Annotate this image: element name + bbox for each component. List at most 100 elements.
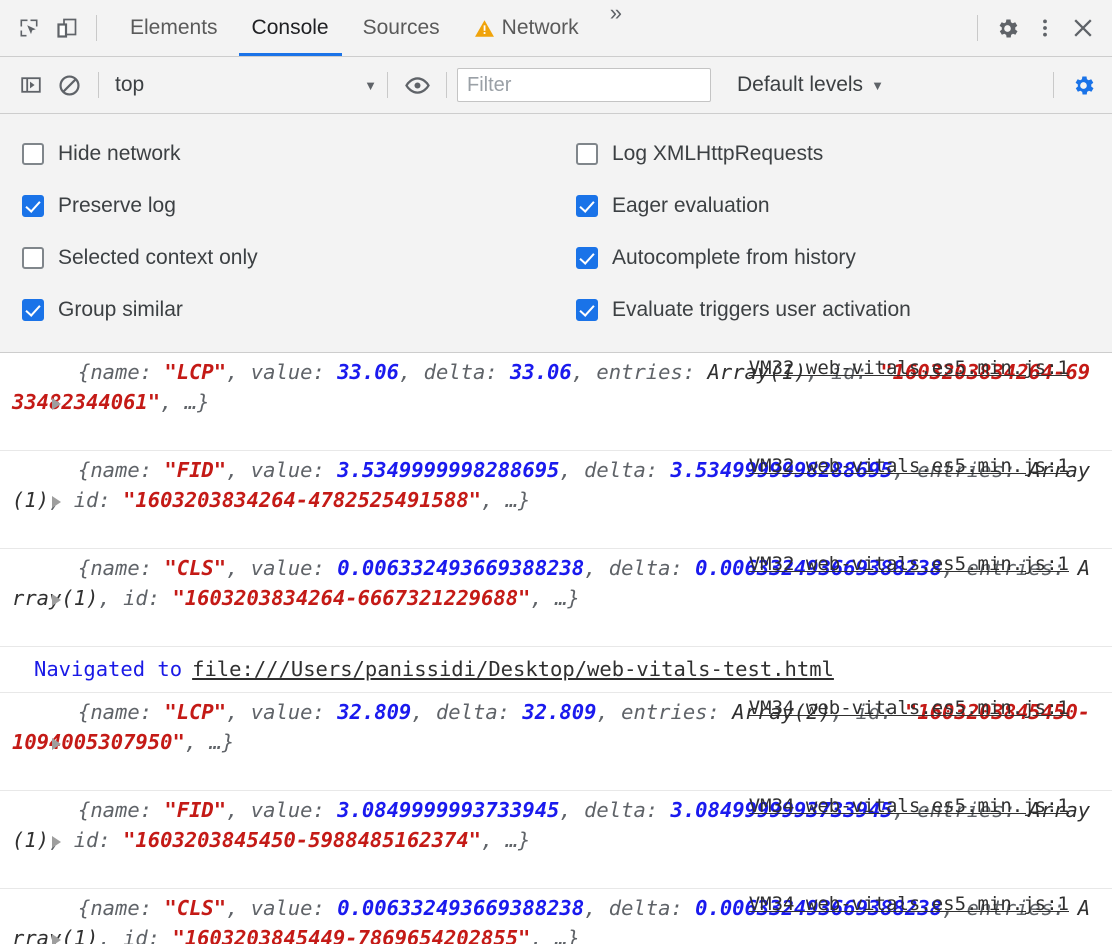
token-object-close: , …} [481, 828, 530, 852]
checkbox-evaluate-triggers-user-activation[interactable] [576, 299, 598, 321]
token-metric-name: "CLS" [164, 556, 226, 580]
source-location-link[interactable]: VM34 web-vitals.es5.min.js:1 [749, 697, 1069, 719]
setting-autocomplete-from-history-label: Autocomplete from history [612, 246, 856, 270]
log-levels-label: Default levels [737, 73, 863, 97]
checkbox-eager-evaluation[interactable] [576, 195, 598, 217]
console-object-message[interactable]: VM34 web-vitals.es5.min.js:1{name: "CLS"… [0, 889, 1112, 944]
token-metric-value: 32.809 [337, 700, 411, 724]
token-key-value: , value: [226, 700, 337, 724]
token-key-value: , value: [226, 360, 337, 384]
navigation-label: Navigated to [34, 657, 182, 681]
token-metric-id: "1603203834264-4782525491588" [123, 488, 481, 512]
expand-triangle-icon[interactable] [52, 594, 61, 606]
clear-console-icon[interactable] [50, 66, 88, 104]
source-location-link[interactable]: VM34 web-vitals.es5.min.js:1 [749, 893, 1069, 915]
setting-evaluate-triggers-user-activation[interactable]: Evaluate triggers user activation [560, 284, 1112, 336]
token-key-value: , value: [226, 798, 337, 822]
create-live-expression-icon[interactable] [398, 66, 436, 104]
source-location-link[interactable]: VM32 web-vitals.es5.min.js:1 [749, 455, 1069, 477]
log-levels-dropdown[interactable]: Default levels ▼ [737, 73, 884, 97]
token-key-delta: , delta: [411, 700, 522, 724]
setting-eager-evaluation[interactable]: Eager evaluation [560, 180, 1112, 232]
console-object-message[interactable]: VM32 web-vitals.es5.min.js:1{name: "LCP"… [0, 353, 1112, 451]
token-metric-delta: 32.809 [522, 700, 596, 724]
setting-autocomplete-from-history[interactable]: Autocomplete from history [560, 232, 1112, 284]
tab-sources[interactable]: Sources [346, 0, 457, 56]
token-metric-value: 3.5349999998288695 [337, 458, 559, 482]
setting-preserve-log[interactable]: Preserve log [0, 180, 560, 232]
navigation-url-link[interactable]: file:///Users/panissidi/Desktop/web-vita… [192, 657, 834, 681]
gear-icon[interactable] [988, 9, 1026, 47]
token-key-name: {name: [78, 798, 164, 822]
tab-network[interactable]: Network [457, 0, 596, 56]
device-toolbar-icon[interactable] [48, 9, 86, 47]
checkbox-selected-context-only[interactable] [22, 247, 44, 269]
checkbox-autocomplete-from-history[interactable] [576, 247, 598, 269]
setting-group-similar[interactable]: Group similar [0, 284, 560, 336]
token-metric-id: "1603203845449-7869654202855" [172, 926, 530, 944]
setting-evaluate-triggers-user-activation-label: Evaluate triggers user activation [612, 298, 911, 322]
console-settings-gear-icon[interactable] [1064, 66, 1102, 104]
expand-triangle-icon[interactable] [52, 398, 61, 410]
setting-log-xmlhttprequests[interactable]: Log XMLHttpRequests [560, 128, 1112, 180]
token-object-close: , …} [185, 730, 234, 754]
execution-context-selector[interactable]: top ▼ [109, 73, 377, 97]
checkbox-group-similar[interactable] [22, 299, 44, 321]
token-key-entries: , entries: [596, 700, 732, 724]
console-message-list[interactable]: VM32 web-vitals.es5.min.js:1 {name: "LCP"… [0, 353, 1112, 944]
more-tabs-icon[interactable]: » [596, 0, 636, 56]
setting-group-similar-label: Group similar [58, 298, 183, 322]
token-key-name: {name: [78, 360, 164, 384]
chevron-down-icon-levels: ▼ [871, 78, 884, 93]
token-key-value: , value: [226, 896, 337, 920]
token-metric-value: 0.006332493669388238 [337, 556, 584, 580]
token-key-id: , id: [98, 586, 172, 610]
token-key-id: , id: [98, 926, 172, 944]
show-console-sidebar-icon[interactable] [12, 66, 50, 104]
token-key-value: , value: [226, 458, 337, 482]
filter-divider-1 [98, 72, 99, 98]
tab-network-label: Network [502, 16, 579, 40]
execution-context-label: top [115, 73, 356, 97]
tab-elements[interactable]: Elements [113, 0, 235, 56]
token-object-close: , …} [481, 488, 530, 512]
checkbox-log-xmlhttprequests[interactable] [576, 143, 598, 165]
toolbar-divider-right [977, 15, 978, 41]
console-object-message[interactable]: VM32 web-vitals.es5.min.js:1{name: "FID"… [0, 451, 1112, 549]
token-metric-id: "1603203834264-6667321229688" [172, 586, 530, 610]
setting-hide-network[interactable]: Hide network [0, 128, 560, 180]
tab-console[interactable]: Console [235, 0, 346, 56]
source-location-link[interactable]: VM32 web-vitals.es5.min.js:1 [749, 553, 1069, 575]
source-location-link[interactable]: VM34 web-vitals.es5.min.js:1 [749, 795, 1069, 817]
inspect-element-icon[interactable] [10, 9, 48, 47]
token-metric-name: "LCP" [164, 700, 226, 724]
setting-selected-context-only[interactable]: Selected context only [0, 232, 560, 284]
token-key-delta: , delta: [559, 458, 670, 482]
token-metric-id: "1603203845450-5988485162374" [123, 828, 481, 852]
setting-eager-evaluation-label: Eager evaluation [612, 194, 770, 218]
expand-triangle-icon[interactable] [52, 934, 61, 944]
token-metric-value: 3.0849999993733945 [337, 798, 559, 822]
token-object-close: , …} [530, 586, 579, 610]
panel-tabs: Elements Console Sources Network » [113, 0, 636, 56]
console-object-message[interactable]: VM32 web-vitals.es5.min.js:1{name: "CLS"… [0, 549, 1112, 647]
console-navigation-message[interactable]: Navigated to file:///Users/panissidi/Desk… [0, 647, 1112, 693]
console-filter-toolbar: top ▼ Default levels ▼ [0, 57, 1112, 114]
console-object-message[interactable]: VM34 web-vitals.es5.min.js:1{name: "LCP"… [0, 693, 1112, 791]
close-icon[interactable] [1064, 9, 1102, 47]
filter-divider-3 [446, 72, 447, 98]
console-object-message[interactable]: VM34 web-vitals.es5.min.js:1{name: "FID"… [0, 791, 1112, 889]
checkbox-preserve-log[interactable] [22, 195, 44, 217]
toolbar-divider [96, 15, 97, 41]
filter-input[interactable] [457, 68, 711, 102]
token-metric-delta: 33.06 [510, 360, 572, 384]
checkbox-hide-network[interactable] [22, 143, 44, 165]
source-location-link[interactable]: VM32 web-vitals.es5.min.js:1 [749, 357, 1069, 379]
expand-triangle-icon[interactable] [52, 836, 61, 848]
expand-triangle-icon[interactable] [52, 496, 61, 508]
expand-triangle-icon[interactable] [52, 738, 61, 750]
devtools-tab-bar: Elements Console Sources Network » [0, 0, 1112, 57]
devtools-window: Elements Console Sources Network » [0, 0, 1112, 944]
kebab-menu-icon[interactable] [1026, 9, 1064, 47]
setting-selected-context-only-label: Selected context only [58, 246, 258, 270]
